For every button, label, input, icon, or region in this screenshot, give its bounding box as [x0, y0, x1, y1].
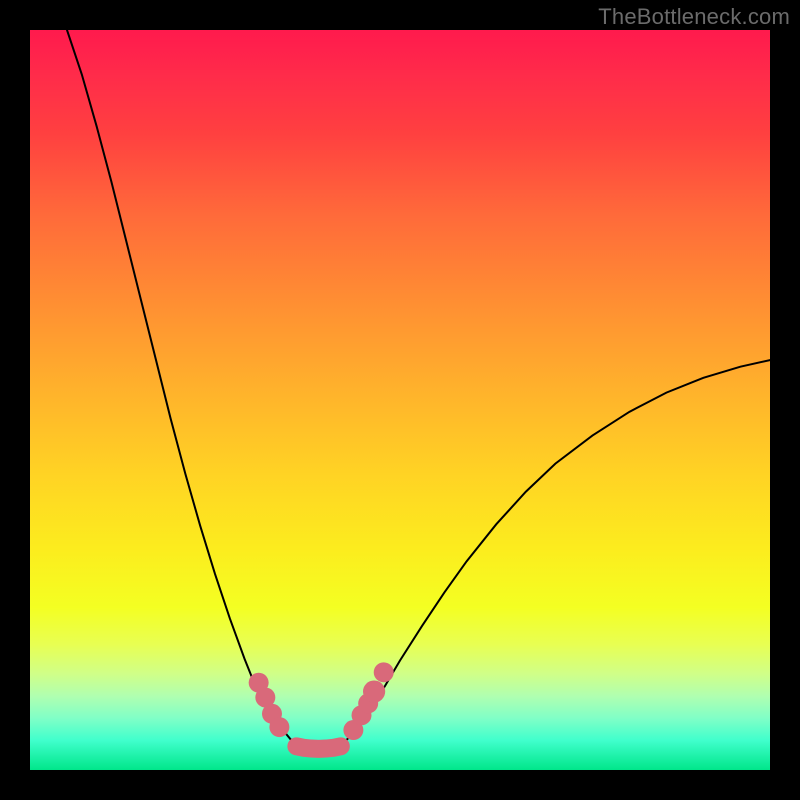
- trough-segment: [296, 746, 340, 749]
- right-cluster-4: [363, 680, 385, 702]
- curve-left-branch: [67, 30, 296, 746]
- curve-right-branch: [341, 360, 770, 746]
- chart-frame: TheBottleneck.com: [0, 0, 800, 800]
- curve-group: [67, 30, 770, 749]
- right-cluster-5: [374, 662, 394, 682]
- plot-area: [30, 30, 770, 770]
- left-cluster-4: [269, 717, 289, 737]
- marker-group: [249, 662, 394, 740]
- chart-svg: [30, 30, 770, 770]
- watermark-text: TheBottleneck.com: [598, 4, 790, 30]
